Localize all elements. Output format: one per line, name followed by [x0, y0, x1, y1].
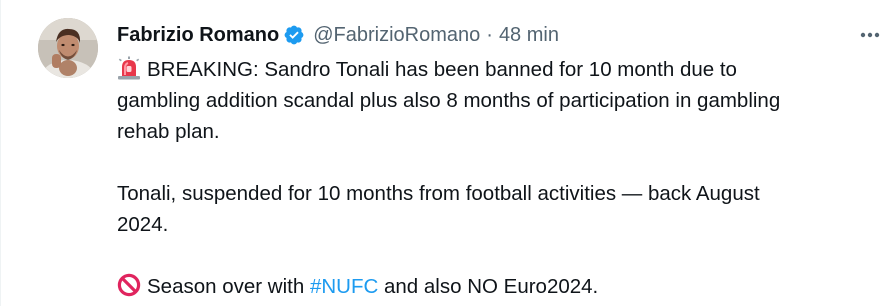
- avatar[interactable]: [38, 18, 98, 78]
- tweet-timestamp[interactable]: 48 min: [499, 20, 559, 50]
- author-handle[interactable]: @FabrizioRomano: [313, 20, 480, 50]
- author-display-name[interactable]: Fabrizio Romano: [117, 20, 279, 50]
- hashtag-link[interactable]: #NUFC: [310, 275, 378, 298]
- tweet-line-2: gambling addition scandal plus also 8 mo…: [117, 89, 781, 112]
- tweet-header: Fabrizio Romano @FabrizioRomano · 48 min: [117, 20, 559, 50]
- header-separator: ·: [486, 24, 493, 46]
- tweet-line-6-after: and also NO Euro2024.: [378, 275, 599, 298]
- tweet-line-6-before: Season over with: [147, 275, 310, 298]
- tweet-line-1: BREAKING: Sandro Tonali has been banned …: [117, 54, 877, 85]
- more-dots-icon[interactable]: [857, 24, 883, 46]
- tweet-line-4: Tonali, suspended for 10 months from foo…: [117, 182, 760, 205]
- tweet-text: BREAKING: Sandro Tonali has been banned …: [117, 54, 877, 302]
- verified-badge-icon[interactable]: [283, 24, 305, 46]
- prohibited-emoji-icon: [117, 273, 141, 297]
- tweet-card[interactable]: Fabrizio Romano @FabrizioRomano · 48 min: [0, 0, 893, 306]
- tweet-line-6: Season over with #NUFC and also NO Euro2…: [117, 271, 877, 302]
- tweet-line-1-text: BREAKING: Sandro Tonali has been banned …: [147, 58, 737, 81]
- police-light-emoji-icon: [117, 56, 141, 80]
- tweet-line-5: 2024.: [117, 213, 169, 236]
- tweet-line-3: rehab plan.: [117, 120, 220, 143]
